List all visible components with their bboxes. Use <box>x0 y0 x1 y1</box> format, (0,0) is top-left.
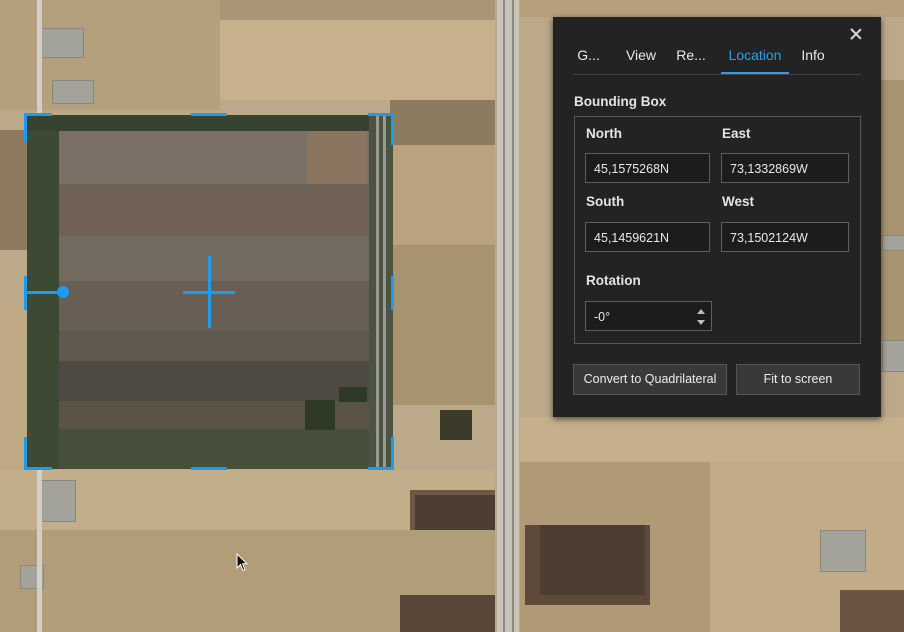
farm-building <box>882 340 904 372</box>
farm-building <box>820 530 866 572</box>
map-field <box>220 0 495 20</box>
highway <box>497 0 519 632</box>
corner-handle-top-left[interactable] <box>24 113 27 141</box>
map-field <box>0 0 220 110</box>
properties-panel: G... View Re... Location Info Bounding B… <box>553 17 881 417</box>
rotate-handle-icon[interactable] <box>27 291 61 294</box>
edge-handle-bottom[interactable] <box>191 467 227 470</box>
rotation-value: -0° <box>594 310 611 324</box>
overlay-field-strip <box>27 429 393 469</box>
overlay-field-patch <box>339 387 367 402</box>
panel-tabs: G... View Re... Location Info <box>573 47 861 75</box>
edge-handle-right[interactable] <box>391 276 394 310</box>
overlay-road-lane <box>376 115 379 469</box>
tab-info[interactable]: Info <box>799 47 827 74</box>
map-field <box>390 100 495 145</box>
convert-to-quadrilateral-button[interactable]: Convert to Quadrilateral <box>573 364 727 395</box>
south-label: South <box>586 194 625 209</box>
rotate-handle-knob[interactable] <box>57 286 69 298</box>
farm-building <box>52 80 94 104</box>
corner-handle-bottom-right[interactable] <box>391 437 394 470</box>
map-field <box>220 20 495 100</box>
tree-belt <box>415 495 495 530</box>
map-field <box>0 130 27 250</box>
farm-building <box>882 235 904 251</box>
tab-view[interactable]: View <box>624 47 658 74</box>
overlay-field-patch <box>307 129 367 184</box>
east-field[interactable]: 73,1332869W <box>721 153 849 183</box>
rotation-label: Rotation <box>586 273 641 288</box>
map-field <box>393 145 495 245</box>
east-label: East <box>722 126 751 141</box>
overlay-field-strip <box>27 331 393 361</box>
overlay-tree-edge <box>27 115 393 131</box>
tab-location[interactable]: Location <box>721 47 789 74</box>
tab-render[interactable]: Re... <box>675 47 707 74</box>
rotation-field[interactable]: -0° <box>585 301 712 331</box>
overlay-field-strip <box>27 184 393 236</box>
tree-belt <box>540 525 645 595</box>
fit-to-screen-button[interactable]: Fit to screen <box>736 364 860 395</box>
west-field[interactable]: 73,1502124W <box>721 222 849 252</box>
tree-belt <box>440 410 472 440</box>
overlay-road-lane <box>383 115 386 469</box>
north-label: North <box>586 126 622 141</box>
corner-handle-bottom-left[interactable] <box>24 467 52 470</box>
tab-general[interactable]: G... <box>573 47 604 74</box>
south-field[interactable]: 45,1459621N <box>585 222 710 252</box>
bounding-box-group: North East 45,1575268N 73,1332869W South… <box>574 116 861 344</box>
corner-handle-top-right[interactable] <box>391 113 394 145</box>
map-field <box>0 300 27 470</box>
corner-handle-top-left[interactable] <box>24 113 52 116</box>
north-field[interactable]: 45,1575268N <box>585 153 710 183</box>
highway-lane <box>503 0 505 632</box>
move-crosshair-icon[interactable] <box>183 256 235 328</box>
highway-lane <box>512 0 514 632</box>
farm-building <box>40 28 84 58</box>
map-field <box>840 590 904 632</box>
map-field <box>520 0 904 17</box>
bounding-box-title: Bounding Box <box>574 94 667 109</box>
farm-building <box>40 480 76 522</box>
overlay-field-strip <box>27 401 393 429</box>
map-field <box>400 595 495 632</box>
map-field <box>520 417 904 462</box>
map-field <box>881 80 904 340</box>
close-icon[interactable] <box>847 25 865 43</box>
map-field <box>393 245 495 405</box>
overlay-road <box>369 115 393 469</box>
corner-handle-bottom-left[interactable] <box>24 437 27 470</box>
mouse-pointer-icon <box>236 553 248 572</box>
west-label: West <box>722 194 755 209</box>
edge-handle-top[interactable] <box>191 113 227 116</box>
spinner-arrows-icon[interactable] <box>697 308 705 326</box>
overlay-field-patch <box>305 400 335 430</box>
